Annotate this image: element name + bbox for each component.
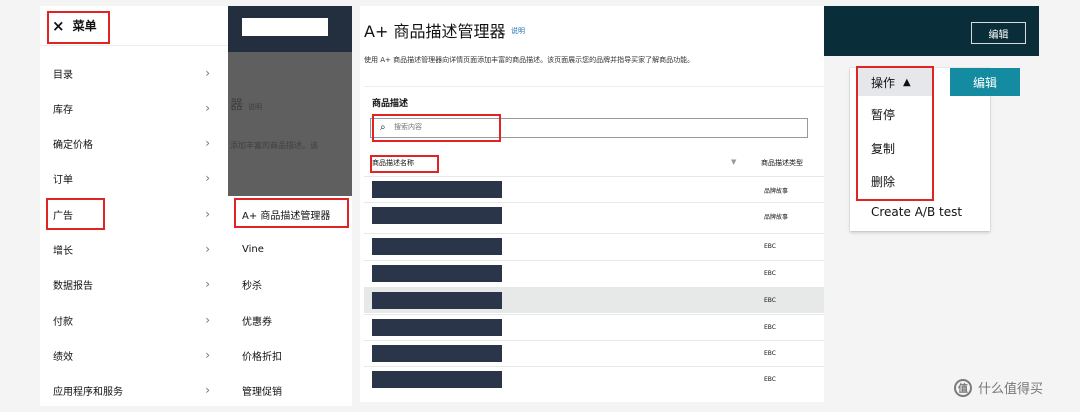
- chevron-right-icon: ›: [205, 242, 210, 256]
- column-header-type: 商品描述类型: [761, 159, 803, 167]
- table-row[interactable]: EBC: [364, 366, 824, 392]
- menu-item-label: 订单: [53, 174, 73, 186]
- content-type: EBC: [764, 376, 776, 383]
- section-label: 商品描述: [372, 99, 409, 109]
- menu-item-label: 数据报告: [53, 280, 93, 292]
- content-type: EBC: [764, 243, 776, 250]
- redacted-content-name: [372, 371, 502, 388]
- redacted-content-name: [372, 207, 502, 224]
- submenu-item-price-discounts[interactable]: 价格折扣: [228, 341, 352, 369]
- menu-item-inventory[interactable]: 库存 ›: [40, 94, 228, 122]
- menu-item-label: 确定价格: [53, 139, 93, 151]
- table-row[interactable]: 品牌故事: [364, 176, 824, 202]
- menu-item-label: 应用程序和服务: [53, 386, 123, 398]
- chevron-right-icon: ›: [205, 383, 210, 397]
- redacted-content-name: [372, 319, 502, 336]
- watermark: 值 什么值得买: [954, 378, 1043, 397]
- submenu-item-deals[interactable]: 秒杀: [228, 270, 352, 298]
- redacted-content-name: [372, 181, 502, 198]
- content-type: EBC: [764, 324, 776, 331]
- content-type: EBC: [764, 270, 776, 277]
- menu-item-catalog[interactable]: 目录 ›: [40, 59, 228, 87]
- menu-item-label: 付款: [53, 316, 73, 328]
- menu-item-data-reports[interactable]: 数据报告 ›: [40, 270, 228, 298]
- highlight-advertising: [46, 198, 105, 230]
- submenu-item-label: 秒杀: [242, 280, 262, 292]
- table-row-highlighted[interactable]: EBC: [364, 287, 824, 313]
- underlying-title-link: 说明: [248, 103, 262, 111]
- highlight-menu-button: [47, 11, 110, 44]
- underlying-description-fragment: 添加丰富的商品描述。该: [230, 141, 318, 150]
- content-type: 品牌故事: [764, 188, 789, 195]
- submenu-item-label: 管理促销: [242, 386, 282, 398]
- page-description: 使用 A+ 商品描述管理器向详情页面添加丰富的商品描述。该页面展示您的品牌并指导…: [364, 56, 695, 64]
- submenu-item-coupons[interactable]: 优惠券: [228, 306, 352, 334]
- chevron-right-icon: ›: [205, 348, 210, 362]
- learn-more-link[interactable]: 说明: [511, 26, 525, 36]
- content-type: EBC: [764, 350, 776, 357]
- redacted-content-name: [372, 345, 502, 362]
- menu-item-performance[interactable]: 绩效 ›: [40, 341, 228, 369]
- highlight-name-column: [370, 155, 439, 173]
- menu-item-orders[interactable]: 订单 ›: [40, 164, 228, 192]
- menu-item-payments[interactable]: 付款 ›: [40, 306, 228, 334]
- menu-item-growth[interactable]: 增长 ›: [40, 235, 228, 263]
- menu-item-label: 库存: [53, 104, 73, 116]
- table-row[interactable]: EBC: [364, 340, 824, 366]
- chevron-right-icon: ›: [205, 207, 210, 221]
- edit-button[interactable]: 编辑: [950, 68, 1020, 96]
- chevron-right-icon: ›: [205, 313, 210, 327]
- menu-item-label: 增长: [53, 245, 73, 257]
- chevron-right-icon: ›: [205, 66, 210, 80]
- create-ab-test-action[interactable]: Create A/B test: [871, 205, 962, 219]
- redacted-content-name: [372, 238, 502, 255]
- submenu-item-label: 优惠券: [242, 316, 272, 328]
- submenu-item-label: 价格折扣: [242, 351, 282, 363]
- submenu-item-label: Vine: [242, 243, 264, 255]
- composite-screenshot: × 菜单 目录 › 库存 › 确定价格 › 订单 › 广告 › 增长 › 数据报告 › 付款 ›…: [0, 0, 1080, 412]
- chevron-right-icon: ›: [205, 101, 210, 115]
- chevron-right-icon: ›: [205, 171, 210, 185]
- highlight-search-input: [372, 114, 501, 142]
- chevron-right-icon: ›: [205, 136, 210, 150]
- table-row[interactable]: 品牌故事: [364, 202, 824, 228]
- watermark-logo-icon: 值: [954, 378, 972, 397]
- page-title: A+ 商品描述管理器: [364, 22, 506, 41]
- content-type: EBC: [764, 297, 776, 304]
- content-type: 品牌故事: [764, 214, 789, 221]
- table-row[interactable]: EBC: [364, 260, 824, 286]
- a-plus-manager-panel: A+ 商品描述管理器 说明 使用 A+ 商品描述管理器向详情页面添加丰富的商品描…: [360, 6, 824, 402]
- highlight-actions-menu: [856, 66, 934, 201]
- sort-down-icon[interactable]: ▼: [731, 158, 736, 166]
- redacted-content-name: [372, 265, 502, 282]
- table-row[interactable]: EBC: [364, 314, 824, 340]
- top-edit-button[interactable]: 编辑: [971, 22, 1026, 44]
- menu-item-apps-services[interactable]: 应用程序和服务 ›: [40, 376, 228, 404]
- menu-item-label: 绩效: [53, 351, 73, 363]
- highlight-a-plus-manager: [234, 198, 349, 228]
- table-row[interactable]: EBC: [364, 233, 824, 259]
- menu-item-label: 目录: [53, 69, 73, 81]
- chevron-right-icon: ›: [205, 277, 210, 291]
- redacted-content-name: [372, 292, 502, 309]
- underlying-search-box[interactable]: [242, 18, 328, 36]
- menu-item-pricing[interactable]: 确定价格 ›: [40, 129, 228, 157]
- submenu-item-manage-promotions[interactable]: 管理促销: [228, 376, 352, 404]
- submenu-item-vine[interactable]: Vine: [228, 235, 352, 263]
- underlying-title-fragment: 器: [230, 98, 244, 113]
- watermark-text: 什么值得买: [978, 382, 1044, 397]
